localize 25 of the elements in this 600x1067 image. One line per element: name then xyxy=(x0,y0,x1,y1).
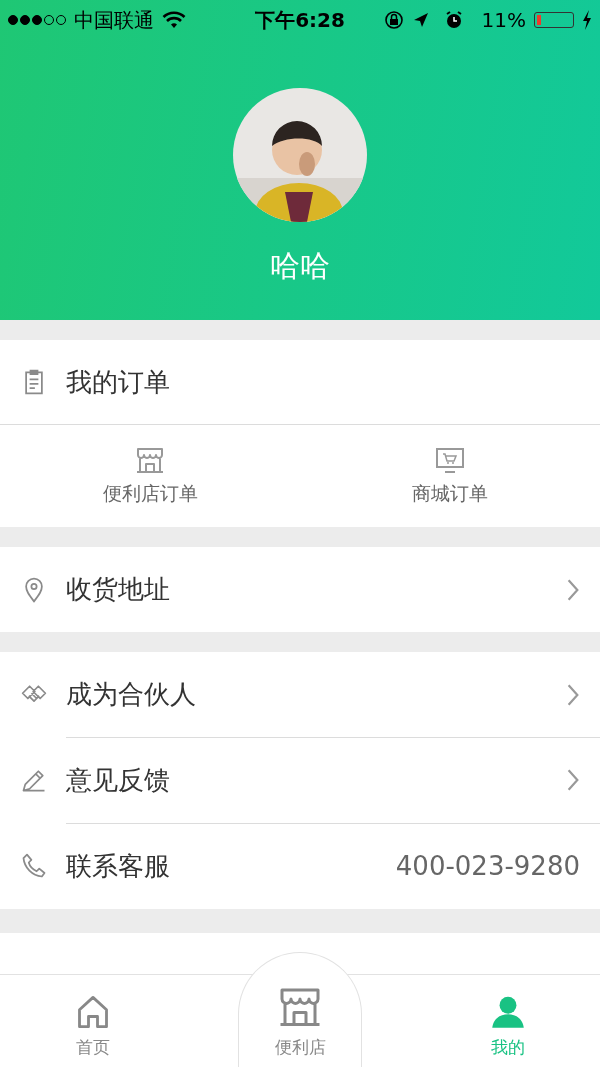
menu-row[interactable]: 意见反馈 xyxy=(0,737,600,823)
charging-bolt-icon xyxy=(582,10,592,30)
tab-button[interactable]: 便利店 xyxy=(238,952,362,1067)
tab-button[interactable]: 首页 xyxy=(0,975,185,1067)
order-category-link[interactable]: 便利店订单 xyxy=(0,425,300,527)
chevron-right-icon xyxy=(566,577,580,602)
battery-percent: 11% xyxy=(481,8,526,32)
row-label: 成为合伙人 xyxy=(66,678,197,711)
clock-time: 下午6:28 xyxy=(255,6,345,34)
row-label: 联系客服 xyxy=(66,849,171,883)
user-name: 哈哈 xyxy=(270,247,330,285)
menu-row[interactable]: 收货地址 xyxy=(0,547,600,632)
order-category-link[interactable]: 商城订单 xyxy=(300,425,600,527)
chevron-right-icon xyxy=(566,768,580,792)
row-label: 意见反馈 xyxy=(66,763,171,797)
menu-row[interactable]: 成为合伙人 xyxy=(0,652,600,737)
phone-icon xyxy=(20,852,48,880)
wifi-icon xyxy=(162,11,186,29)
menu-row[interactable]: 联系客服 400-023-9280 xyxy=(0,823,600,909)
row-label: 收货地址 xyxy=(66,573,171,606)
chevron-right-icon xyxy=(566,682,580,707)
phone-number: 400-023-9280 xyxy=(395,851,580,881)
row-label: 我的订单 xyxy=(66,365,171,399)
battery-icon xyxy=(534,12,574,28)
carrier-name: 中国联通 xyxy=(74,6,154,34)
